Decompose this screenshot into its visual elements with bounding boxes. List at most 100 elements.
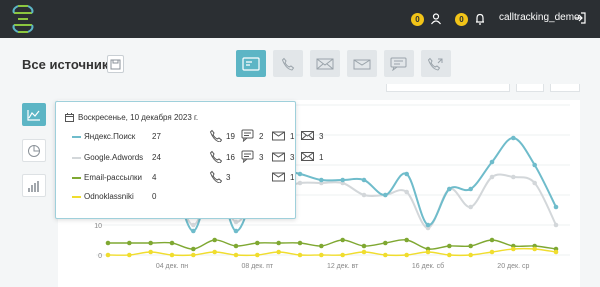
data-point xyxy=(489,249,495,255)
save-button[interactable] xyxy=(107,55,124,73)
data-point xyxy=(276,240,281,246)
data-point xyxy=(468,243,473,249)
data-point xyxy=(553,222,559,228)
all-sources-icon xyxy=(242,56,260,71)
source-tabs xyxy=(236,50,458,77)
data-point xyxy=(361,243,367,249)
period-selector-day[interactable] xyxy=(516,84,544,92)
chat-icon xyxy=(390,57,407,71)
mail-open-icon xyxy=(272,131,285,141)
data-point xyxy=(297,180,303,186)
series-total: 4 xyxy=(152,173,157,182)
top-bar: 0 0 calltracking_demo xyxy=(0,0,600,38)
data-point xyxy=(105,240,111,246)
data-point xyxy=(489,237,495,243)
data-point xyxy=(404,171,409,177)
series-mails-count: 3 xyxy=(290,153,295,162)
tab-all[interactable] xyxy=(236,50,266,77)
data-point xyxy=(233,252,239,258)
data-point xyxy=(191,228,196,234)
data-point xyxy=(532,246,537,252)
series-chats-count: 3 xyxy=(259,153,264,162)
series-name: Google.Adwords xyxy=(84,153,144,162)
series-chats-count: 2 xyxy=(259,132,264,141)
data-point xyxy=(383,252,388,258)
activity-notification[interactable]: 0 xyxy=(411,11,443,27)
tab-calls[interactable] xyxy=(273,50,303,77)
tab-mailing[interactable] xyxy=(347,50,377,77)
series-swatch xyxy=(72,196,81,198)
line-chart-view-button[interactable] xyxy=(22,103,46,126)
data-point xyxy=(191,252,196,258)
mail-open-icon xyxy=(353,59,371,69)
mail-open-icon xyxy=(272,152,285,162)
data-point xyxy=(255,252,260,258)
phone-icon xyxy=(281,57,295,71)
tooltip-row: Email-рассылки 4 3 1 xyxy=(72,170,297,184)
period-selector-week[interactable] xyxy=(550,84,580,92)
series-name: Odnoklassniki xyxy=(84,192,134,201)
envelope-icon xyxy=(301,152,314,161)
data-point xyxy=(105,252,111,258)
logout-icon[interactable] xyxy=(573,11,587,25)
user-activity-icon xyxy=(431,13,441,25)
phone-icon xyxy=(209,129,222,142)
tooltip-row: Odnoklassniki 0 xyxy=(72,191,297,203)
x-tick-label: 08 дек. пт xyxy=(241,263,273,270)
page-title: Все источники xyxy=(22,57,117,72)
data-point xyxy=(127,252,132,258)
tab-email[interactable] xyxy=(310,50,340,77)
x-tick-label: 04 дек. пн xyxy=(156,263,188,270)
chart-tooltip: Воскресенье, 10 декабря 2023 г. Яндекс.П… xyxy=(55,101,323,219)
series-calls-count: 19 xyxy=(226,132,235,141)
data-point xyxy=(148,240,153,246)
data-point xyxy=(169,252,175,258)
data-point xyxy=(340,237,345,243)
series-total: 0 xyxy=(152,192,157,201)
data-point xyxy=(191,222,196,228)
bell-notification[interactable]: 0 xyxy=(455,11,487,27)
data-point xyxy=(447,252,452,258)
data-point xyxy=(297,240,303,246)
data-point xyxy=(383,192,388,198)
pie-chart-view-button[interactable] xyxy=(22,139,46,162)
series-line xyxy=(107,239,557,250)
data-point xyxy=(532,162,537,168)
data-point xyxy=(404,252,409,258)
series-name: Email-рассылки xyxy=(84,173,142,182)
data-point xyxy=(233,228,239,234)
floppy-icon xyxy=(110,59,121,69)
bar-chart-view-button[interactable] xyxy=(22,174,46,197)
logo-icon[interactable] xyxy=(10,4,36,34)
envelope-icon xyxy=(301,131,314,140)
series-emails-count: 3 xyxy=(319,132,324,141)
data-point xyxy=(361,249,367,255)
data-point xyxy=(297,252,303,258)
data-point xyxy=(447,186,452,192)
series-line xyxy=(107,247,557,257)
phone-icon xyxy=(209,150,222,163)
series-emails-count: 1 xyxy=(319,153,324,162)
y-tick-label: 10 xyxy=(94,223,102,230)
tooltip-date-row: Воскресенье, 10 декабря 2023 г. xyxy=(65,113,198,122)
bar-chart-icon xyxy=(28,180,39,192)
tab-callback[interactable] xyxy=(421,50,451,77)
data-point xyxy=(383,240,388,246)
series-mails-count: 1 xyxy=(290,132,295,141)
envelope-icon xyxy=(316,58,334,69)
data-point xyxy=(511,246,516,252)
series-calls-count: 16 xyxy=(226,153,235,162)
chat-icon xyxy=(241,129,254,142)
data-point xyxy=(297,171,303,177)
username[interactable]: calltracking_demo xyxy=(499,12,580,23)
data-point xyxy=(127,240,132,246)
tooltip-row: Google.Adwords 24 16 3 3 1 xyxy=(72,150,323,164)
tab-chat[interactable] xyxy=(384,50,414,77)
series-swatch xyxy=(72,157,81,159)
callback-phone-icon xyxy=(428,57,443,71)
date-range-selector[interactable] xyxy=(386,84,510,92)
tooltip-date: Воскресенье, 10 декабря 2023 г. xyxy=(78,113,199,122)
data-point xyxy=(404,189,409,195)
data-point xyxy=(489,174,495,180)
mail-open-icon xyxy=(272,172,285,182)
